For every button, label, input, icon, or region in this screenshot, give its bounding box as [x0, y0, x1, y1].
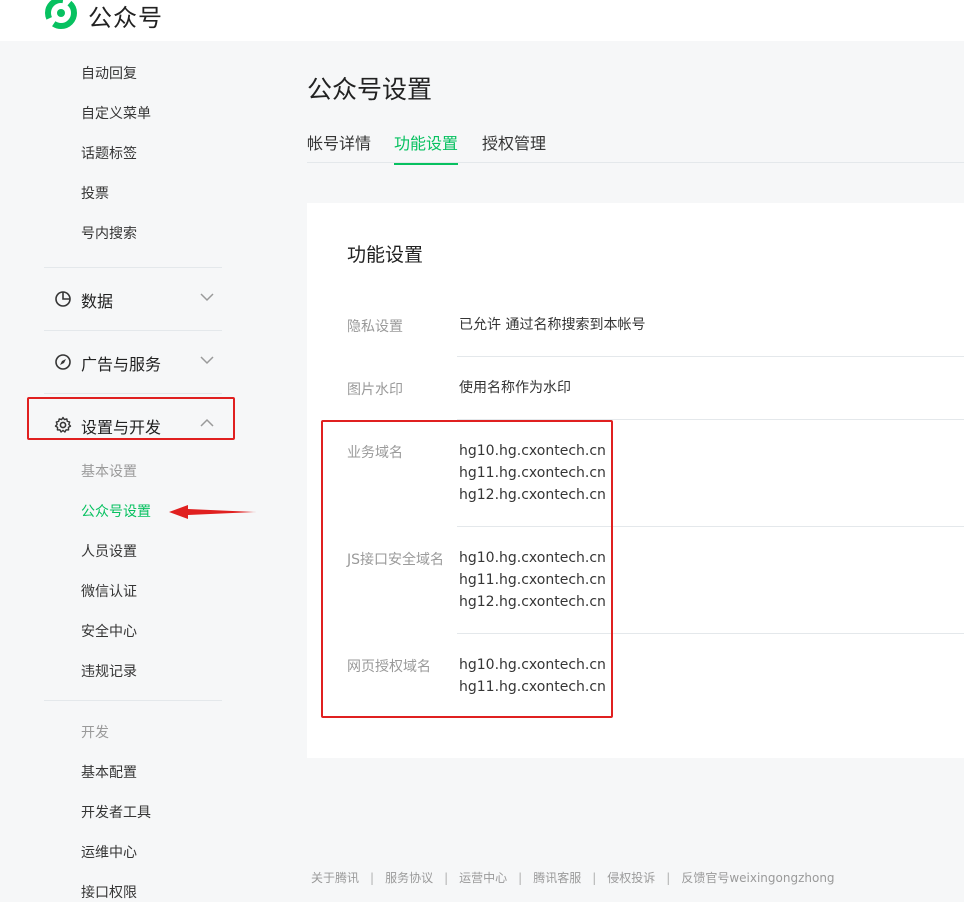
sidebar-item-vote[interactable]: 投票 — [81, 183, 109, 203]
sidebar-item-developer-tools[interactable]: 开发者工具 — [81, 802, 151, 822]
footer-link-service-agreement[interactable]: 服务协议 — [385, 869, 433, 886]
sidebar-item-in-account-search[interactable]: 号内搜索 — [81, 223, 137, 243]
sidebar-item-basic-config[interactable]: 基本配置 — [81, 762, 137, 782]
chevron-down-icon — [200, 293, 214, 302]
compass-icon — [55, 354, 71, 370]
footer-separator: | — [444, 871, 449, 885]
annotation-domains-box — [321, 420, 613, 718]
sidebar-section-basic-settings: 基本设置 — [81, 464, 137, 480]
chevron-down-icon — [200, 356, 214, 365]
sidebar-group-data[interactable]: 数据 — [44, 282, 222, 316]
row-divider — [457, 356, 964, 357]
sidebar-divider — [44, 330, 222, 331]
annotation-arrow-icon — [169, 505, 256, 519]
sidebar-item-wechat-verification[interactable]: 微信认证 — [81, 581, 137, 601]
sidebar-divider — [44, 700, 222, 701]
footer-link-feedback[interactable]: 反馈官号weixingongzhong — [681, 869, 834, 886]
tab-bar: 帐号详情 功能设置 授权管理 — [307, 126, 964, 165]
footer-separator: | — [370, 871, 375, 885]
sidebar-group-ads-services[interactable]: 广告与服务 — [44, 345, 222, 379]
footer-separator: | — [666, 871, 671, 885]
tab-feature-settings[interactable]: 功能设置 — [394, 130, 459, 165]
footer-separator: | — [592, 871, 597, 885]
wechat-official-account-logo[interactable] — [44, 0, 78, 30]
app-name[interactable]: 公众号 — [88, 0, 163, 33]
sidebar-item-security-center[interactable]: 安全中心 — [81, 621, 137, 641]
footer-link-about[interactable]: 关于腾讯 — [311, 869, 359, 886]
sidebar-item-ops-center[interactable]: 运维中心 — [81, 842, 137, 862]
privacy-settings-label: 隐私设置 — [347, 319, 403, 335]
sidebar-item-auto-reply[interactable]: 自动回复 — [81, 63, 137, 83]
footer-link-infringement[interactable]: 侵权投诉 — [607, 869, 655, 886]
pie-chart-icon — [55, 291, 71, 307]
sidebar-group-label: 广告与服务 — [81, 355, 162, 374]
image-watermark-value: 使用名称作为水印 — [459, 380, 571, 396]
image-watermark-label: 图片水印 — [347, 382, 403, 398]
page-title: 公众号设置 — [307, 75, 433, 104]
footer: 关于腾讯 | 服务协议 | 运营中心 | 腾讯客服 | 侵权投诉 | 反馈官号weixingongz… — [311, 869, 835, 886]
sidebar-group-label: 数据 — [81, 292, 114, 311]
sidebar-item-violation-records[interactable]: 违规记录 — [81, 661, 137, 681]
sidebar-item-member-settings[interactable]: 人员设置 — [81, 541, 137, 561]
tab-authorization[interactable]: 授权管理 — [482, 130, 546, 163]
sidebar-divider — [44, 267, 222, 268]
sidebar: 自动回复 自定义菜单 话题标签 投票 号内搜索 数据 广告与服务 设置与开发 基… — [0, 41, 265, 901]
sidebar-item-account-settings[interactable]: 公众号设置 — [81, 501, 151, 521]
sidebar-item-custom-menu[interactable]: 自定义菜单 — [81, 103, 151, 123]
sidebar-section-dev: 开发 — [81, 725, 109, 741]
footer-separator: | — [518, 871, 523, 885]
top-bar: 公众号 — [0, 0, 964, 41]
sidebar-divider — [44, 393, 222, 394]
footer-link-customer-service[interactable]: 腾讯客服 — [533, 869, 581, 886]
tab-account-details[interactable]: 帐号详情 — [307, 130, 371, 163]
sidebar-item-api-permissions[interactable]: 接口权限 — [81, 882, 137, 902]
sidebar-item-topic-tags[interactable]: 话题标签 — [81, 143, 137, 163]
privacy-settings-value: 已允许 通过名称搜索到本帐号 — [459, 317, 646, 333]
footer-link-ops-center[interactable]: 运营中心 — [459, 869, 507, 886]
annotation-highlight-box — [27, 397, 235, 440]
card-title: 功能设置 — [347, 244, 424, 266]
